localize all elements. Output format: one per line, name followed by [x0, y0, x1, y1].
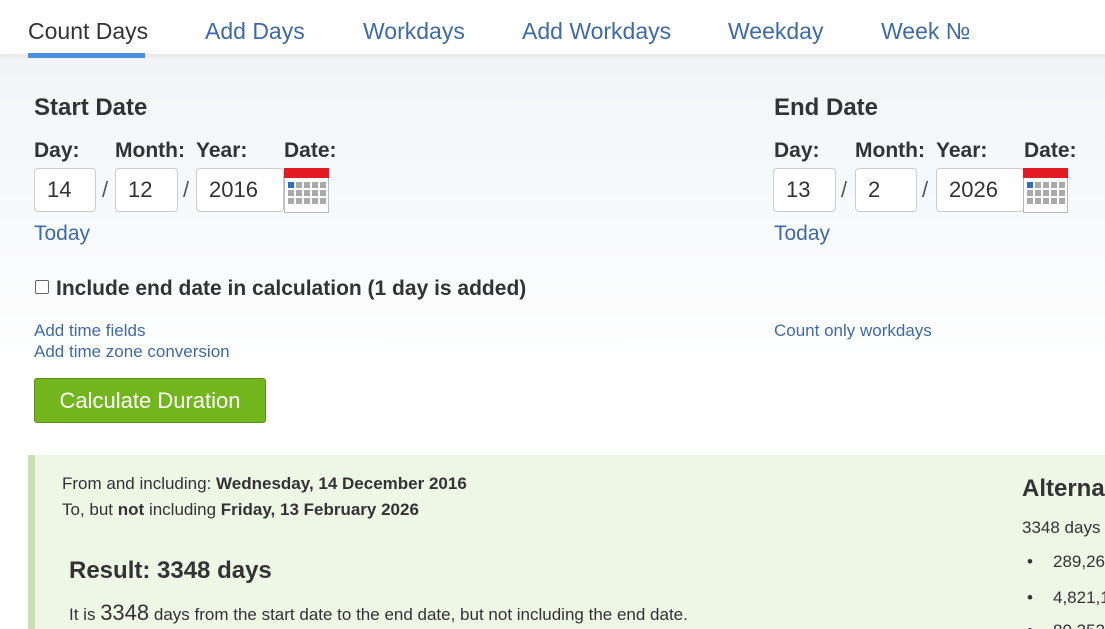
to-date: Friday, 13 February 2026 — [220, 500, 419, 519]
add-time-fields-link[interactable]: Add time fields — [34, 321, 146, 341]
start-month-input[interactable] — [115, 168, 178, 212]
tab-weekday[interactable]: Weekday — [728, 18, 823, 45]
include-end-date-checkbox[interactable] — [35, 280, 49, 294]
tab-workdays[interactable]: Workdays — [363, 18, 465, 45]
include-end-date-label[interactable]: Include end date in calculation (1 day i… — [56, 277, 526, 301]
end-today-link[interactable]: Today — [774, 222, 830, 246]
start-year-label: Year: — [196, 139, 248, 162]
result-box: From and including: Wednesday, 14 Decemb… — [28, 455, 1105, 629]
end-date-label: Date: — [1024, 139, 1077, 162]
start-separator-2: / — [183, 177, 190, 202]
sentence-suffix: days from the start date to the end date… — [153, 605, 688, 624]
alternative-item: 80,352 — [1027, 621, 1105, 629]
start-day-input[interactable] — [34, 168, 96, 212]
tab-week-number[interactable]: Week № — [881, 18, 970, 45]
to-mid: including — [148, 500, 217, 519]
alternative-item: 4,821,1 — [1027, 588, 1105, 608]
count-only-workdays-link[interactable]: Count only workdays — [774, 321, 932, 341]
start-date-heading: Start Date — [34, 94, 148, 121]
end-day-label: Day: — [774, 139, 820, 162]
end-day-input[interactable] — [773, 168, 836, 212]
start-day-label: Day: — [34, 139, 80, 162]
end-separator-1: / — [841, 177, 848, 202]
start-year-input[interactable] — [196, 168, 284, 212]
start-month-label: Month: — [115, 139, 185, 162]
tab-add-days[interactable]: Add Days — [205, 18, 305, 45]
end-year-label: Year: — [936, 139, 988, 162]
start-today-link[interactable]: Today — [34, 222, 90, 246]
to-line: To, but not including Friday, 13 Februar… — [62, 500, 419, 520]
end-year-input[interactable] — [936, 168, 1024, 212]
alternative-item: 289,267 — [1027, 552, 1105, 572]
end-month-input[interactable] — [855, 168, 917, 212]
add-time-zone-link[interactable]: Add time zone conversion — [34, 342, 230, 362]
alternative-text: 3348 days c — [1022, 518, 1105, 537]
tab-bar: Count Days Add Days Workdays Add Workday… — [0, 0, 1105, 59]
end-month-label: Month: — [855, 139, 925, 162]
from-date: Wednesday, 14 December 2016 — [216, 474, 467, 493]
from-line: From and including: Wednesday, 14 Decemb… — [62, 474, 467, 494]
sentence-number: 3348 — [100, 600, 150, 625]
calculate-duration-button[interactable]: Calculate Duration — [34, 378, 266, 423]
start-separator-1: / — [102, 177, 109, 202]
start-date-label: Date: — [284, 139, 337, 162]
tab-count-days[interactable]: Count Days — [28, 18, 148, 45]
from-prefix: From and including: — [62, 474, 212, 493]
result-sentence: It is 3348 days from the start date to t… — [69, 600, 688, 626]
to-prefix: To, but — [62, 500, 114, 519]
end-separator-2: / — [922, 177, 929, 202]
result-title: Result: 3348 days — [69, 557, 272, 584]
to-not: not — [117, 500, 145, 519]
tab-add-workdays[interactable]: Add Workdays — [522, 18, 671, 45]
sentence-prefix: It is — [69, 605, 96, 624]
end-calendar-icon[interactable] — [1023, 168, 1068, 213]
end-date-heading: End Date — [774, 94, 879, 121]
start-calendar-icon[interactable] — [284, 168, 329, 213]
alternative-title: Alternat — [1022, 475, 1105, 502]
